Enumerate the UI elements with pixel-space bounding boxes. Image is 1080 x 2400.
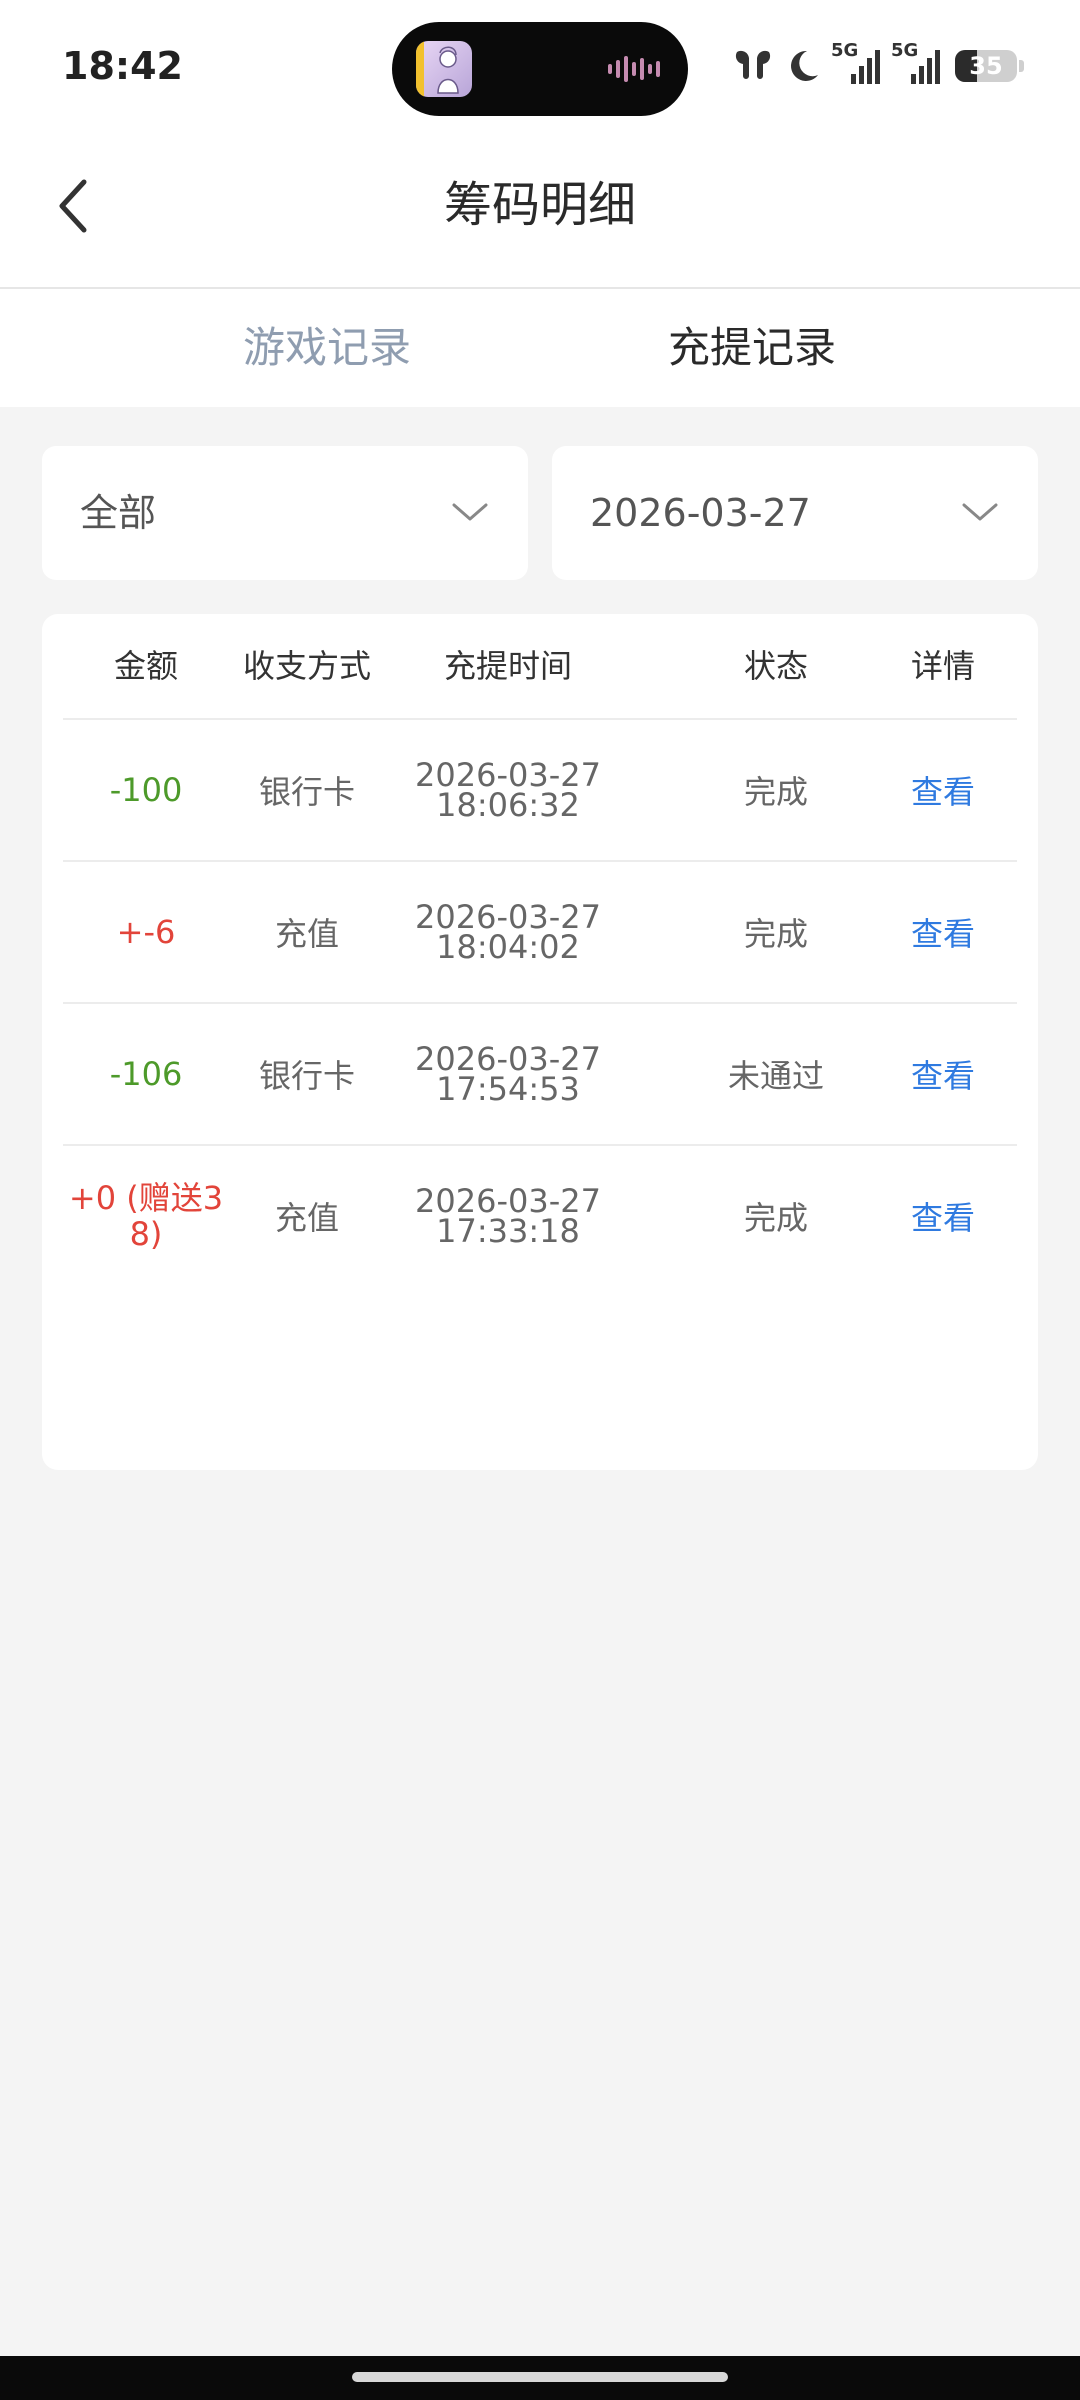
time-cell: 2026-03-27 18:06:32 bbox=[385, 720, 631, 860]
signal-5g-icon: 5G bbox=[891, 40, 941, 86]
nav-bar: 筹码明细 bbox=[0, 135, 1080, 289]
records-table: 金额 收支方式 充提时间 状态 详情 -100 银行卡 2026-03-27 1… bbox=[42, 614, 1038, 1470]
dynamic-island[interactable] bbox=[392, 22, 688, 116]
column-header-status: 状态 bbox=[743, 647, 808, 685]
time-clock: 18:04:02 bbox=[436, 928, 580, 966]
column-header-time: 充提时间 bbox=[443, 647, 572, 685]
date-filter-dropdown[interactable]: 2026-03-27 bbox=[552, 446, 1038, 580]
amount-line: +0 (赠送3 bbox=[68, 1179, 224, 1217]
table-row: -106 银行卡 2026-03-27 17:54:53 未通过 查看 bbox=[63, 1004, 1017, 1146]
method-cell: 充值 bbox=[274, 915, 339, 953]
amount-cell: +-6 bbox=[116, 913, 176, 951]
method-cell: 银行卡 bbox=[258, 773, 355, 811]
view-detail-link[interactable]: 查看 bbox=[869, 1004, 1017, 1144]
table-row: +-6 充值 2026-03-27 18:04:02 完成 查看 bbox=[63, 862, 1017, 1004]
view-detail-link[interactable]: 查看 bbox=[869, 720, 1017, 860]
home-indicator[interactable] bbox=[352, 2372, 728, 2382]
earbuds-icon bbox=[735, 50, 771, 79]
amount-cell: -106 bbox=[109, 1055, 183, 1093]
time-clock: 17:33:18 bbox=[436, 1212, 580, 1250]
column-header-method: 收支方式 bbox=[242, 647, 371, 685]
table-header: 金额 收支方式 充提时间 状态 详情 bbox=[63, 614, 1017, 720]
time-clock: 17:54:53 bbox=[436, 1070, 580, 1108]
signal-5g-icon: 5G bbox=[831, 40, 881, 86]
battery-tip bbox=[1019, 60, 1024, 72]
battery-level: 35 bbox=[969, 52, 1003, 80]
status-cell: 完成 bbox=[743, 1199, 808, 1237]
amount-cell: +0 (赠送3 8) bbox=[63, 1146, 229, 1286]
time-cell: 2026-03-27 17:33:18 bbox=[385, 1146, 631, 1286]
status-time: 18:42 bbox=[62, 44, 183, 88]
method-cell: 银行卡 bbox=[258, 1057, 355, 1095]
tab-game-records[interactable]: 游戏记录 bbox=[243, 317, 411, 379]
date-filter-value: 2026-03-27 bbox=[590, 491, 811, 535]
amount-cell: -100 bbox=[109, 771, 183, 809]
column-header-amount: 金额 bbox=[113, 647, 178, 685]
page-title: 筹码明细 bbox=[443, 177, 636, 233]
column-header-detail: 详情 bbox=[910, 647, 975, 685]
filters: 全部 2026-03-27 bbox=[42, 446, 1038, 580]
battery-icon: 35 bbox=[955, 50, 1017, 82]
amount-line: 8) bbox=[129, 1215, 163, 1253]
status-bar: 18:42 5G 5G 35 bbox=[0, 0, 1080, 135]
do-not-disturb-moon-icon bbox=[791, 50, 818, 81]
chevron-down-icon bbox=[962, 503, 998, 521]
type-filter-value: 全部 bbox=[80, 491, 157, 535]
status-cell: 完成 bbox=[743, 915, 808, 953]
audio-waveform-icon bbox=[608, 54, 660, 84]
view-detail-link[interactable]: 查看 bbox=[869, 862, 1017, 1002]
record-tabs: 游戏记录 充提记录 bbox=[0, 289, 1080, 407]
time-cell: 2026-03-27 18:04:02 bbox=[385, 862, 631, 1002]
table-row: +0 (赠送3 8) 充值 2026-03-27 17:33:18 完成 查看 bbox=[63, 1146, 1017, 1286]
tab-deposit-withdraw-records[interactable]: 充提记录 bbox=[668, 317, 836, 379]
view-detail-link[interactable]: 查看 bbox=[869, 1146, 1017, 1286]
method-cell: 充值 bbox=[274, 1199, 339, 1237]
chevron-down-icon bbox=[452, 503, 488, 521]
now-playing-app-icon bbox=[416, 41, 472, 97]
status-icons: 5G 5G 35 bbox=[731, 40, 1024, 88]
type-filter-dropdown[interactable]: 全部 bbox=[42, 446, 528, 580]
time-clock: 18:06:32 bbox=[436, 786, 580, 824]
time-cell: 2026-03-27 17:54:53 bbox=[385, 1004, 631, 1144]
status-cell: 完成 bbox=[743, 773, 808, 811]
table-row: -100 银行卡 2026-03-27 18:06:32 完成 查看 bbox=[63, 720, 1017, 862]
status-cell: 未通过 bbox=[727, 1057, 824, 1095]
